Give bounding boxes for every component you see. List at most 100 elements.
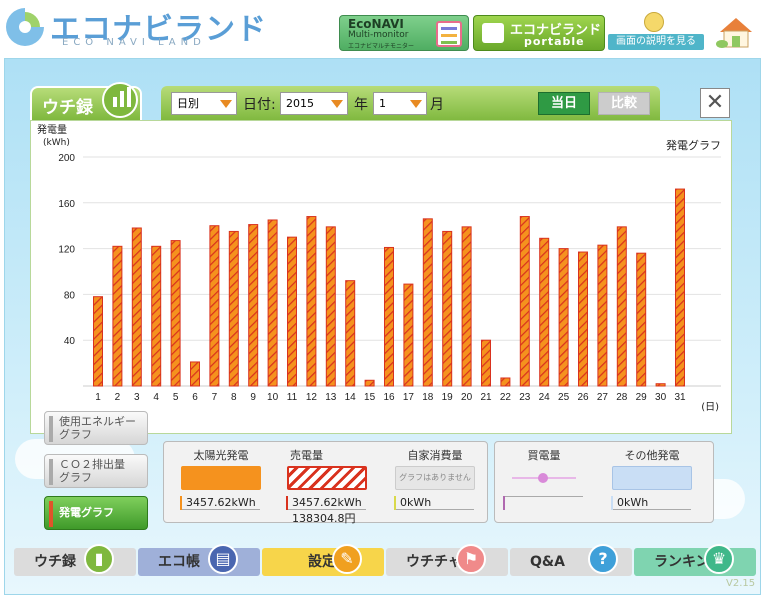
app-window: エコナビランド ECO NAVI LAND EcoNAVI Multi-moni… (0, 0, 765, 597)
nav-3[interactable]: 設定 ✎ (262, 544, 384, 576)
x-tick-label: 11 (287, 392, 298, 403)
bar[interactable] (170, 240, 181, 387)
x-tick-label: 30 (655, 392, 667, 403)
legend-sold: 売電量 3457.62kWh 138304.8円 (282, 447, 372, 525)
side-button-energy[interactable]: 使用エネルギー グラフ (44, 411, 148, 445)
nav-label: Q&A (530, 554, 565, 570)
side-button-co2[interactable]: ＣＯ２排出量 グラフ (44, 454, 148, 488)
solar-value: 3457.62kWh (180, 496, 260, 510)
x-tick-label: 31 (674, 392, 686, 403)
header: エコナビランド ECO NAVI LAND EcoNAVI Multi-moni… (0, 0, 765, 58)
self-label: 自家消費量 (407, 449, 463, 462)
bar[interactable] (422, 218, 433, 387)
econavi-portable-button[interactable]: エコナビランド portable (473, 15, 605, 51)
bar[interactable] (267, 219, 278, 387)
self-swatch: グラフはありません (395, 466, 475, 490)
bee-mascot-icon (644, 12, 664, 32)
x-tick-label: 28 (616, 392, 628, 403)
y-axis-label: 発電量 (37, 123, 67, 136)
logo-subtitle: ECO NAVI LAND (62, 37, 206, 48)
bar[interactable] (345, 280, 356, 387)
x-tick-label: 4 (153, 392, 159, 403)
econavi-label: EcoNAVI (348, 17, 404, 31)
year-select[interactable]: 2015 (280, 92, 348, 115)
month-select[interactable]: 1 (373, 92, 427, 115)
bar[interactable] (539, 237, 550, 387)
indicator (49, 416, 53, 442)
compare-button[interactable]: 比較 (598, 92, 650, 115)
month-value: 1 (379, 97, 386, 110)
sold-label: 売電量 (290, 449, 323, 462)
help-button[interactable]: 画面の説明を見る (608, 12, 704, 52)
econavi-multimonitor-button[interactable]: EcoNAVI Multi-monitor エコナビマルチモニター (339, 15, 469, 51)
x-tick-label: 6 (192, 392, 198, 403)
bought-swatch (504, 466, 584, 490)
chevron-down-icon (410, 100, 422, 108)
portable-icon (482, 23, 504, 43)
side-button-generation[interactable]: 発電グラフ (44, 496, 148, 530)
bar[interactable] (248, 224, 259, 387)
bar[interactable] (112, 245, 123, 387)
x-tick-label: 29 (636, 392, 648, 403)
x-tick-label: 3 (134, 392, 140, 403)
x-tick-label: 8 (231, 392, 237, 403)
generation-chart: 4080120160200発電量(kWh) 発電グラフ(日)1 2 3 4 5 6 7 8 9 10… (37, 123, 721, 413)
side-button-label: ＣＯ２排出量 (59, 458, 125, 471)
side-button-label: 発電グラフ (59, 506, 114, 519)
nav-2[interactable]: エコ帳 ▤ (138, 544, 260, 576)
bar[interactable] (636, 252, 647, 387)
bar[interactable] (519, 216, 530, 387)
bar[interactable] (325, 226, 336, 387)
bar[interactable] (597, 244, 608, 387)
bar[interactable] (93, 296, 103, 387)
bar[interactable] (209, 225, 220, 387)
close-icon[interactable]: ✕ (700, 88, 730, 118)
x-axis-label: (日) (701, 402, 719, 413)
bar[interactable] (228, 230, 239, 387)
question-icon: ? (588, 544, 618, 574)
wrench-icon: ✎ (332, 544, 362, 574)
bar[interactable] (151, 245, 162, 387)
period-select[interactable]: 日別 (171, 92, 237, 115)
y-tick-label: 40 (64, 336, 76, 347)
logo-icon (6, 8, 44, 46)
x-tick-label: 5 (173, 392, 179, 403)
bar[interactable] (655, 383, 666, 387)
today-button[interactable]: 当日 (538, 92, 590, 115)
nav-6[interactable]: ランキング ♛ (634, 544, 756, 576)
indicator (49, 459, 53, 485)
bar[interactable] (364, 379, 375, 387)
bar[interactable] (578, 251, 588, 387)
solar-swatch (181, 466, 261, 490)
other-swatch (612, 466, 692, 490)
bought-value (503, 496, 583, 510)
bar-chart-icon (102, 82, 138, 118)
portable-label: portable (524, 35, 585, 48)
x-tick-label: 25 (558, 392, 570, 403)
bar[interactable] (190, 361, 200, 387)
indicator (49, 501, 53, 527)
bar[interactable] (558, 248, 569, 387)
bar[interactable] (384, 246, 394, 387)
bar[interactable] (481, 339, 491, 387)
bar[interactable] (461, 226, 472, 387)
home-icon[interactable] (714, 14, 758, 50)
x-tick-label: 14 (345, 392, 357, 403)
nav-5[interactable]: Q&A? (510, 544, 632, 576)
month-label: 月 (430, 97, 444, 113)
bar[interactable] (675, 188, 685, 387)
bar[interactable] (442, 230, 453, 387)
bar[interactable] (403, 283, 414, 387)
bar[interactable] (500, 377, 511, 387)
flag-icon: ⚑ (456, 544, 486, 574)
bar[interactable] (131, 227, 142, 387)
bar[interactable] (616, 226, 627, 387)
legend-bought: 買電量 (499, 447, 589, 510)
tab-uchiroku[interactable]: ウチ録 (30, 82, 142, 120)
bar[interactable] (287, 236, 297, 387)
nav-1[interactable]: ウチ録 ▮ (14, 544, 136, 576)
nav-4[interactable]: ウチチャレ ⚑ (386, 544, 508, 576)
x-tick-label: 2 (115, 392, 121, 403)
x-tick-label: 23 (519, 392, 531, 403)
bar[interactable] (306, 216, 317, 387)
